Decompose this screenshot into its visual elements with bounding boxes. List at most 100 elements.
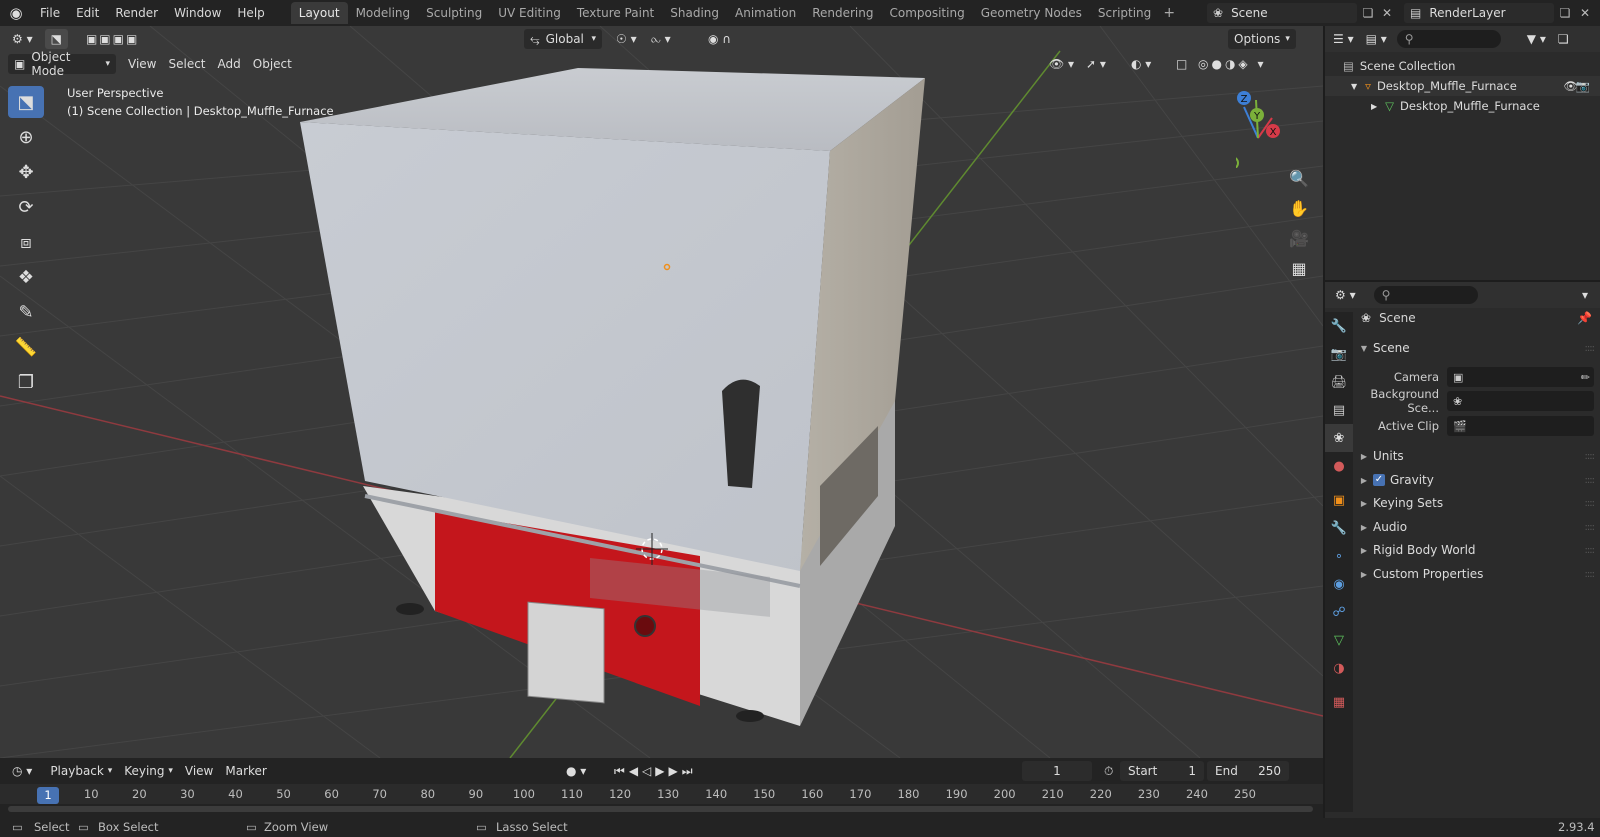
menu-select[interactable]: Select [162,54,211,74]
menu-view[interactable]: View [122,54,162,74]
audio-panel-header[interactable]: ▶ Audio :::: [1355,516,1600,538]
constraints-tab-icon[interactable]: ☍ [1325,598,1353,626]
jump-end-icon[interactable]: ⏭ [682,764,697,779]
render-tab-icon[interactable]: 📷 [1325,340,1353,368]
tool-tab-icon[interactable]: 🔧 [1325,312,1353,340]
end-frame-field[interactable]: End 250 [1207,761,1289,781]
output-tab-icon[interactable]: 🖨 [1325,368,1353,396]
timeline-ruler[interactable]: 1 10 20 30 40 50 60 70 80 90 100 110 120 130 140 150 16… [0,784,1323,804]
menu-keying[interactable]: Keying ▾ [118,761,179,781]
add-cube-tool-icon[interactable]: ❐ [8,366,44,398]
zoom-icon[interactable]: 🔍 [1286,165,1312,191]
gizmo-toggle-icon[interactable]: ➚ ▾ [1080,54,1112,74]
record-icon[interactable]: ● ▾ [560,761,592,781]
camera-view-icon[interactable]: 🎥 [1286,225,1312,251]
tab-rendering[interactable]: Rendering [804,2,881,24]
new-collection-icon[interactable]: ❏ [1552,29,1575,49]
new-view-layer-icon[interactable]: ❏ [1556,4,1574,22]
menu-add[interactable]: Add [212,54,247,74]
measure-tool-icon[interactable]: 📏 [8,331,44,363]
expand-arrow-icon[interactable]: ▼ [1351,82,1357,91]
menu-timeline-view[interactable]: View [179,761,219,781]
playback-controls[interactable]: ⏮ ◀ ◁ ▶ ▶ ⏭ [608,761,703,781]
object-tab-icon[interactable]: ▣ [1325,486,1353,514]
select-mode-icon[interactable]: ⬔ [44,29,68,49]
drag-handle-icon[interactable]: :::: [1585,545,1596,556]
particles-tab-icon[interactable]: ∘ [1325,542,1353,570]
view-layer-tab-icon[interactable]: ▤ [1325,396,1353,424]
delete-view-layer-icon[interactable]: ✕ [1576,4,1594,22]
physics-tab-icon[interactable]: ◉ [1325,570,1353,598]
menu-edit[interactable]: Edit [68,0,107,26]
camera-field[interactable]: ▣ ✏ [1447,367,1594,387]
timeline-scrollbar[interactable] [8,806,1313,812]
add-workspace-icon[interactable]: + [1159,5,1179,21]
snap-icon[interactable]: ⧜ ▾ [645,29,677,49]
tab-sculpting[interactable]: Sculpting [418,2,490,24]
menu-window[interactable]: Window [166,0,229,26]
delete-scene-icon[interactable]: ✕ [1378,4,1396,22]
modifier-tab-icon[interactable]: 🔧 [1325,514,1353,542]
material-tab-icon[interactable]: ◑ [1325,654,1353,682]
blender-logo-icon[interactable]: ◉ [0,0,32,26]
play-icon[interactable]: ▶ [655,764,668,778]
ortho-toggle-icon[interactable]: ▦ [1286,255,1312,281]
overlay-toggle-icon[interactable]: ◐ ▾ [1125,54,1157,74]
expand-arrow-icon[interactable]: ▶ [1371,102,1377,111]
units-panel-header[interactable]: ▶ Units :::: [1355,445,1600,467]
rigid-body-world-panel-header[interactable]: ▶ Rigid Body World :::: [1355,539,1600,561]
outliner-mesh-row[interactable]: ▶ ▽ Desktop_Muffle_Furnace [1325,96,1600,116]
drag-handle-icon[interactable]: :::: [1585,451,1596,462]
tab-animation[interactable]: Animation [727,2,804,24]
play-reverse-icon[interactable]: ◁ [642,764,655,778]
editor-type-icon[interactable]: ⚙ ▾ [6,29,39,49]
visibility-icon[interactable]: 👁 ▾ [1043,54,1080,74]
scene-panel-header[interactable]: ▼ Scene :::: [1355,337,1600,359]
menu-playback[interactable]: Playback ▾ [44,761,118,781]
active-clip-field[interactable]: 🎬 [1447,416,1594,436]
menu-marker[interactable]: Marker [219,761,272,781]
scale-tool-icon[interactable]: ⧈ [8,226,44,258]
menu-object[interactable]: Object [247,54,298,74]
outliner-scene-collection[interactable]: ▤ Scene Collection [1325,56,1600,76]
scene-tab-icon[interactable]: ❀ [1325,424,1353,452]
current-frame-field[interactable]: 1 [1022,761,1092,781]
eyedropper-icon[interactable]: ✏ [1581,371,1590,384]
jump-start-icon[interactable]: ⏮ [614,764,629,779]
outliner-search-input[interactable]: ⚲ [1396,30,1501,48]
gravity-checkbox[interactable]: ✓ [1373,474,1385,486]
object-mode-dropdown[interactable]: ▣ Object Mode ▾ [8,50,116,78]
drag-handle-icon[interactable]: :::: [1585,522,1596,533]
menu-help[interactable]: Help [229,0,272,26]
scene-selector[interactable]: ❀ Scene [1207,3,1357,23]
transform-tool-icon[interactable]: ❖ [8,261,44,293]
selection-modes-icon[interactable]: ▣▣▣▣ [80,29,145,49]
transform-orientation-dropdown[interactable]: ⥃ Global ▾ [524,29,602,49]
tab-scripting[interactable]: Scripting [1090,2,1159,24]
drag-handle-icon[interactable]: :::: [1585,475,1596,486]
mesh-data-tab-icon[interactable]: ▽ [1325,626,1353,654]
new-scene-icon[interactable]: ❏ [1359,4,1377,22]
tab-uv-editing[interactable]: UV Editing [490,2,569,24]
select-box-tool-icon[interactable]: ⬔ [8,86,44,118]
render-camera-icon[interactable]: 📷 [1576,79,1590,93]
outliner-object-row[interactable]: ▼ ▿ Desktop_Muffle_Furnace 👁 📷 [1325,76,1600,96]
start-frame-field[interactable]: Start 1 [1120,761,1204,781]
preview-range-icon[interactable]: ⏱ [1098,761,1119,781]
cursor-tool-icon[interactable]: ⊕ [8,121,44,153]
annotate-tool-icon[interactable]: ✎ [8,296,44,328]
pan-hand-icon[interactable]: ✋ [1286,195,1312,221]
outliner-editor-type-icon[interactable]: ☰ ▾ [1327,29,1360,49]
filter-icon[interactable]: ▼ ▾ [1521,29,1552,49]
xray-toggle-icon[interactable]: □ [1170,54,1193,74]
tab-compositing[interactable]: Compositing [881,2,972,24]
custom-properties-panel-header[interactable]: ▶ Custom Properties :::: [1355,563,1600,585]
menu-file[interactable]: File [32,0,68,26]
drag-handle-icon[interactable]: :::: [1585,498,1596,509]
pivot-point-icon[interactable]: ☉ ▾ [610,29,643,49]
shading-modes-icon[interactable]: ◎●◑◈ ▾ [1192,54,1272,74]
proportional-edit-icon[interactable]: ◉ ∩ [702,29,737,49]
navigation-gizmo[interactable]: Z Y X [1236,88,1316,168]
menu-render[interactable]: Render [107,0,166,26]
move-tool-icon[interactable]: ✥ [8,156,44,188]
